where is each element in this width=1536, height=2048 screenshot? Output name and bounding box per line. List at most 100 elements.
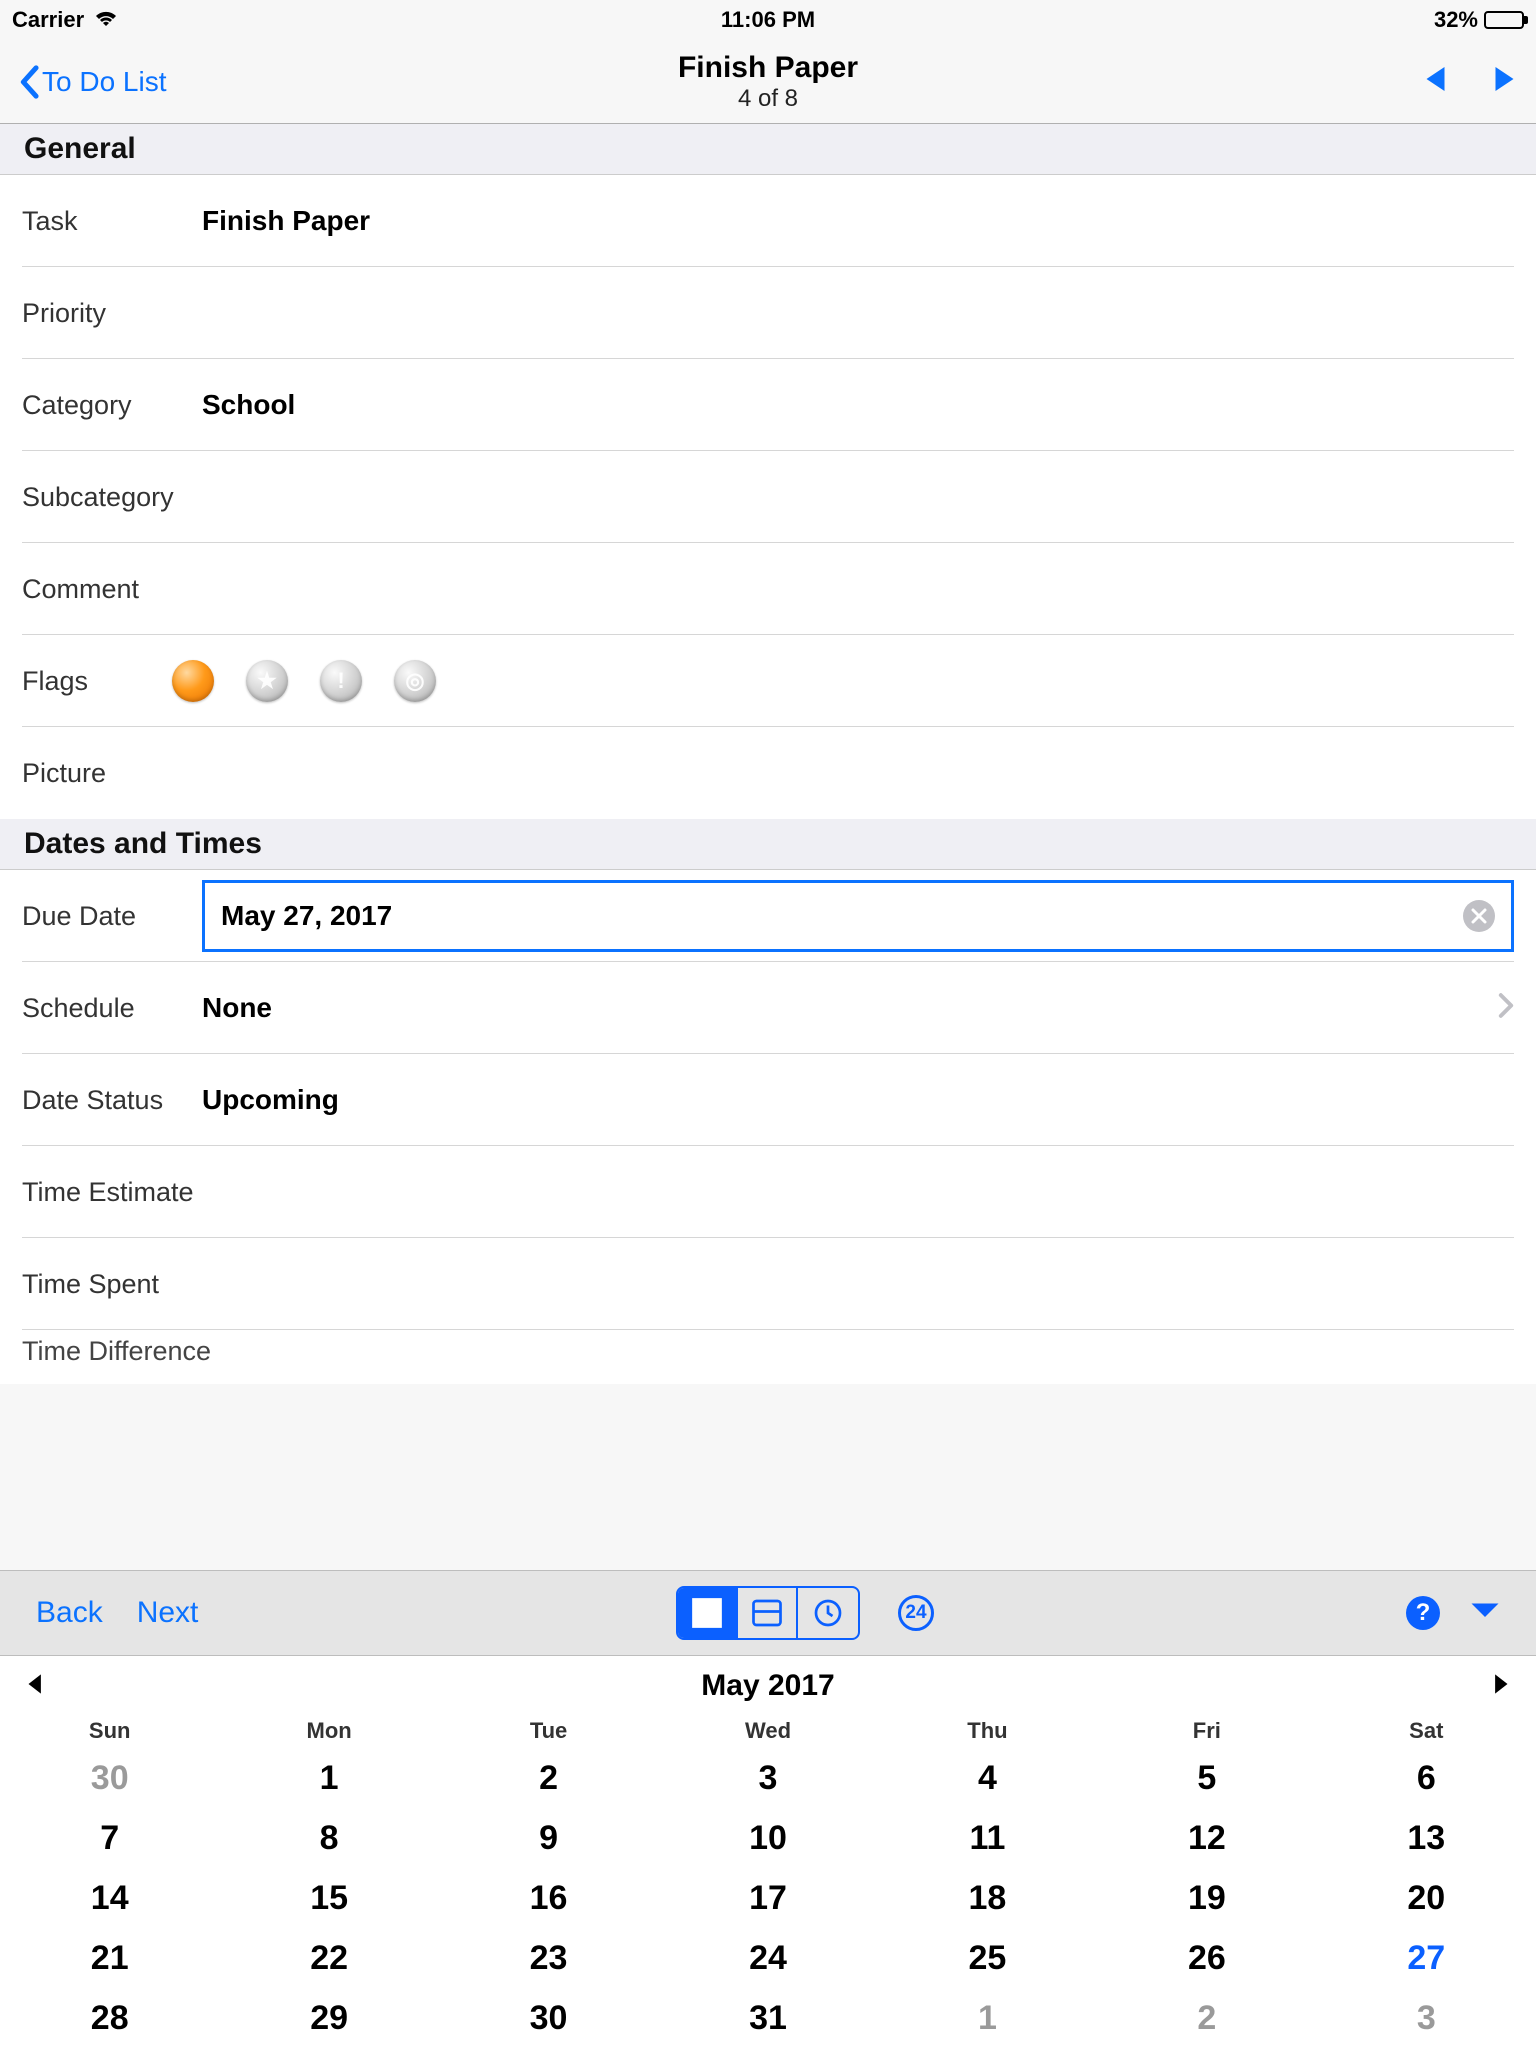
calendar-day-cell[interactable]: 9 [439, 1808, 658, 1868]
calendar-day-cell[interactable]: 8 [219, 1808, 438, 1868]
calendar-day-cell[interactable]: 28 [0, 1988, 219, 2048]
time-view-button[interactable] [798, 1588, 858, 1638]
next-month-button[interactable] [1492, 1673, 1512, 1700]
calendar-dow-label: Fri [1097, 1718, 1316, 1744]
calendar-month-header: May 2017 [0, 1656, 1536, 1712]
task-label: Task [22, 206, 202, 237]
section-dates: Dates and Times [0, 819, 1536, 870]
due-date-input[interactable]: May 27, 2017 [202, 880, 1514, 952]
calendar-dow-label: Sat [1317, 1718, 1536, 1744]
calendar-day-cell[interactable]: 24 [658, 1928, 877, 1988]
chevron-down-icon [1470, 1601, 1500, 1621]
view-mode-segment [676, 1586, 860, 1640]
picker-next-button[interactable]: Next [137, 1596, 199, 1630]
calendar-day-cell[interactable]: 31 [658, 1988, 877, 2048]
back-label: To Do List [42, 66, 167, 98]
due-date-value: May 27, 2017 [221, 900, 392, 932]
field-schedule[interactable]: Schedule None [0, 962, 1536, 1054]
calendar-day-cell[interactable]: 19 [1097, 1868, 1316, 1928]
calendar-day-cell[interactable]: 2 [439, 1748, 658, 1808]
date-status-label: Date Status [22, 1085, 202, 1116]
calendar-day-cell[interactable]: 11 [878, 1808, 1097, 1868]
calendar-month-label: May 2017 [701, 1669, 834, 1703]
flag-target-icon[interactable]: ◎ [394, 660, 436, 702]
calendar-list-icon [752, 1598, 782, 1628]
status-bar: Carrier 11:06 PM 32% [0, 0, 1536, 40]
calendar-day-cell[interactable]: 4 [878, 1748, 1097, 1808]
content-scroll[interactable]: General Task Finish Paper Priority Categ… [0, 124, 1536, 1574]
field-subcategory[interactable]: Subcategory [0, 451, 1536, 543]
calendar-day-cell[interactable]: 25 [878, 1928, 1097, 1988]
grid-view-button[interactable] [678, 1588, 738, 1638]
next-record-button[interactable] [1488, 64, 1518, 99]
field-date-status[interactable]: Date Status Upcoming [0, 1054, 1536, 1146]
calendar-day-cell[interactable]: 3 [658, 1748, 877, 1808]
calendar-day-cell[interactable]: 6 [1317, 1748, 1536, 1808]
clear-due-date-button[interactable] [1463, 900, 1495, 932]
prev-record-button[interactable] [1422, 64, 1452, 99]
calendar-day-cell[interactable]: 30 [439, 1988, 658, 2048]
calendar-day-cell[interactable]: 20 [1317, 1868, 1536, 1928]
calendar-day-cell[interactable]: 14 [0, 1868, 219, 1928]
calendar-dow-label: Tue [439, 1718, 658, 1744]
field-time-difference[interactable]: Time Difference [0, 1330, 1536, 1384]
field-flags: Flags ★ ! ◎ [0, 635, 1536, 727]
picker-dropdown-button[interactable] [1470, 1601, 1500, 1626]
field-time-spent[interactable]: Time Spent [0, 1238, 1536, 1330]
calendar-day-cell[interactable]: 12 [1097, 1808, 1316, 1868]
category-label: Category [22, 390, 202, 421]
calendar-day-cell[interactable]: 13 [1317, 1808, 1536, 1868]
calendar-day-cell[interactable]: 30 [0, 1748, 219, 1808]
battery-icon [1484, 11, 1524, 29]
section-general: General [0, 124, 1536, 175]
calendar-day-cell[interactable]: 7 [0, 1808, 219, 1868]
field-comment[interactable]: Comment [0, 543, 1536, 635]
calendar-day-cell[interactable]: 22 [219, 1928, 438, 1988]
prev-month-button[interactable] [24, 1673, 44, 1700]
calendar-day-cell[interactable]: 27 [1317, 1928, 1536, 1988]
badge-24-button[interactable]: 24 [898, 1595, 934, 1631]
picker-back-button[interactable]: Back [36, 1596, 103, 1630]
field-task[interactable]: Task Finish Paper [0, 175, 1536, 267]
calendar-day-cell[interactable]: 23 [439, 1928, 658, 1988]
calendar-dow-label: Wed [658, 1718, 877, 1744]
calendar-day-cell[interactable]: 16 [439, 1868, 658, 1928]
calendar-day-cell[interactable]: 29 [219, 1988, 438, 2048]
time-difference-label: Time Difference [22, 1336, 282, 1367]
calendar-day-cell[interactable]: 1 [219, 1748, 438, 1808]
calendar-day-cell[interactable]: 26 [1097, 1928, 1316, 1988]
calendar-day-cell[interactable]: 3 [1317, 1988, 1536, 2048]
badge-24-label: 24 [905, 1602, 926, 1624]
calendar-day-cell[interactable]: 5 [1097, 1748, 1316, 1808]
back-button[interactable]: To Do List [18, 65, 167, 99]
page-title: Finish Paper [678, 51, 858, 85]
field-picture[interactable]: Picture [0, 727, 1536, 819]
field-time-estimate[interactable]: Time Estimate [0, 1146, 1536, 1238]
flag-color-icon[interactable] [172, 660, 214, 702]
picker-toolbar: Back Next 24 ? [0, 1570, 1536, 1656]
field-category[interactable]: Category School [0, 359, 1536, 451]
field-due-date: Due Date May 27, 2017 [0, 870, 1536, 962]
battery-pct: 32% [1434, 7, 1478, 33]
close-icon [1471, 908, 1487, 924]
calendar-dow-row: SunMonTueWedThuFriSat [0, 1712, 1536, 1748]
time-estimate-label: Time Estimate [22, 1177, 242, 1208]
flag-alert-icon[interactable]: ! [320, 660, 362, 702]
calendar-day-cell[interactable]: 1 [878, 1988, 1097, 2048]
calendar-day-cell[interactable]: 15 [219, 1868, 438, 1928]
help-button[interactable]: ? [1406, 1596, 1440, 1630]
list-view-button[interactable] [738, 1588, 798, 1638]
priority-label: Priority [22, 298, 202, 329]
calendar-day-cell[interactable]: 17 [658, 1868, 877, 1928]
page-subtitle: 4 of 8 [678, 85, 858, 113]
chevron-right-icon [1498, 993, 1514, 1024]
calendar-day-cell[interactable]: 10 [658, 1808, 877, 1868]
field-priority[interactable]: Priority [0, 267, 1536, 359]
calendar-day-cell[interactable]: 18 [878, 1868, 1097, 1928]
picture-label: Picture [22, 758, 202, 789]
calendar-day-cell[interactable]: 2 [1097, 1988, 1316, 2048]
calendar-dow-label: Thu [878, 1718, 1097, 1744]
clock-icon [813, 1598, 843, 1628]
flag-star-icon[interactable]: ★ [246, 660, 288, 702]
calendar-day-cell[interactable]: 21 [0, 1928, 219, 1988]
